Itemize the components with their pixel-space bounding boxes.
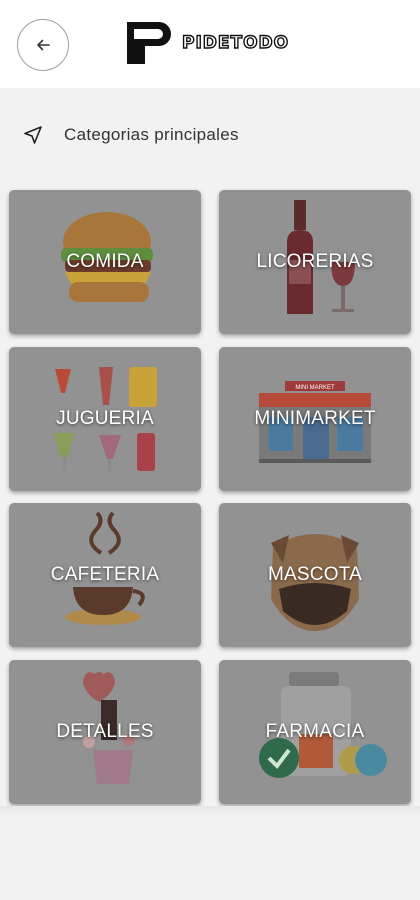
- category-card-licorerias[interactable]: LICORERIAS: [219, 190, 411, 334]
- category-label: DETALLES: [56, 721, 154, 742]
- app-header: PIDETODO: [0, 0, 420, 88]
- navigation-arrow-icon: [24, 126, 42, 144]
- category-card-mascota[interactable]: MASCOTA: [219, 503, 411, 647]
- category-label: CAFETERIA: [50, 564, 160, 585]
- category-card-jugueria[interactable]: JUGUERIA: [9, 347, 201, 491]
- category-label: MASCOTA: [268, 564, 362, 585]
- category-card-comida[interactable]: COMIDA: [9, 190, 201, 334]
- logo-mark-icon: [127, 22, 171, 64]
- category-label: MINIMARKET: [254, 408, 376, 429]
- arrow-left-icon: [37, 39, 50, 51]
- list-bottom-edge: [0, 806, 420, 814]
- section-header: Categorias principales: [0, 110, 420, 160]
- category-card-farmacia[interactable]: FARMACIA: [219, 660, 411, 804]
- back-button[interactable]: [17, 19, 69, 71]
- category-card-detalles[interactable]: DETALLES: [9, 660, 201, 804]
- logo-text: PIDETODO: [181, 32, 290, 53]
- category-label: JUGUERIA: [56, 408, 154, 429]
- category-card-cafeteria[interactable]: CAFETERIA: [9, 503, 201, 647]
- category-label: COMIDA: [66, 251, 144, 272]
- category-label: FARMACIA: [265, 721, 365, 742]
- app-logo: PIDETODO: [125, 20, 305, 66]
- category-card-minimarket[interactable]: MINI MARKET MINIMARKET: [219, 347, 411, 491]
- category-label: LICORERIAS: [256, 251, 374, 272]
- section-title: Categorias principales: [64, 125, 239, 144]
